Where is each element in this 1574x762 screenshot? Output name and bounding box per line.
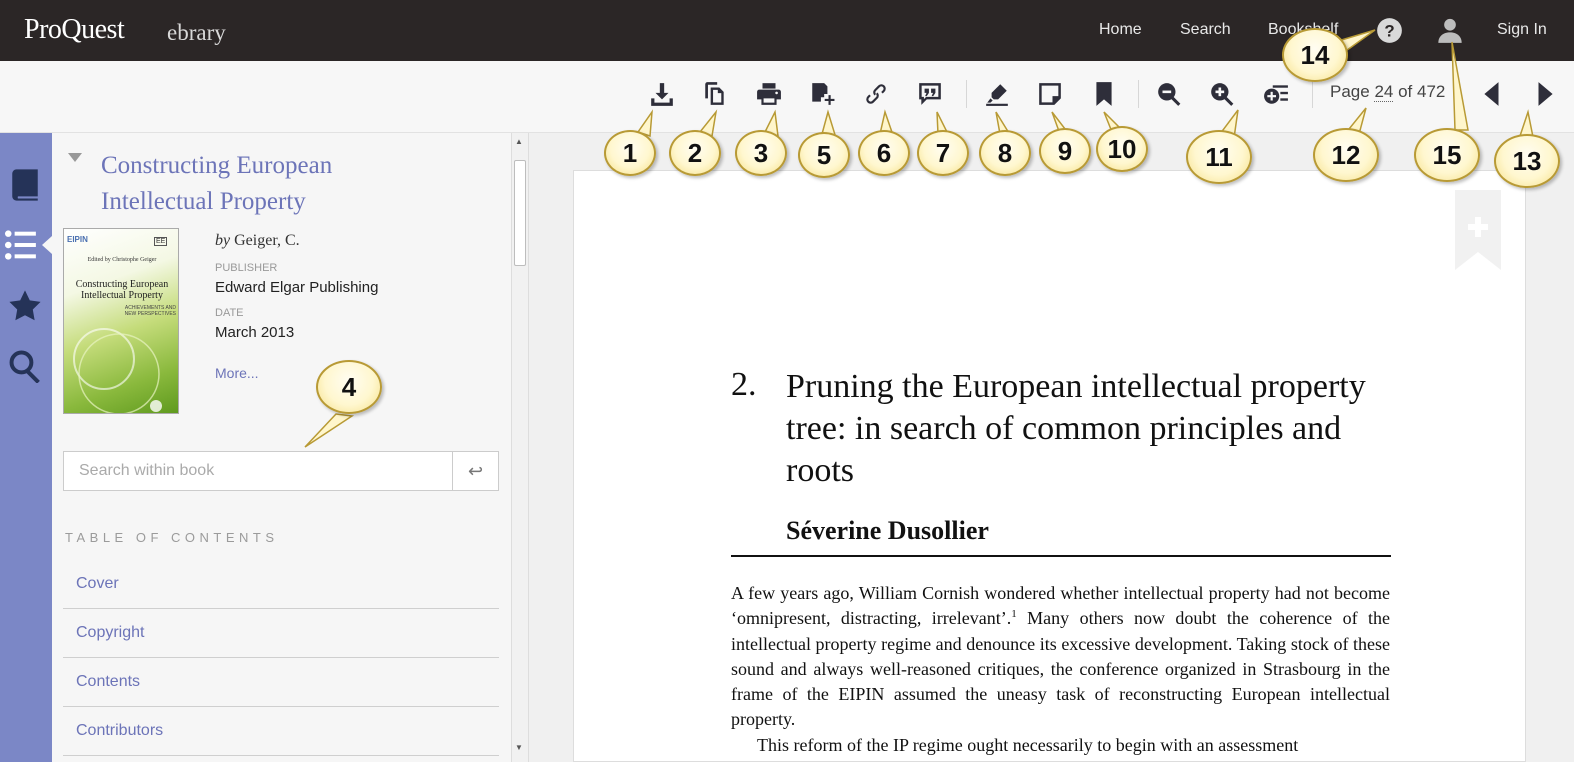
callout-6: 6 bbox=[858, 130, 910, 176]
callout-11: 11 bbox=[1186, 130, 1252, 184]
callout-7: 7 bbox=[917, 130, 969, 176]
callout-8: 8 bbox=[979, 130, 1031, 176]
callout-2: 2 bbox=[669, 130, 721, 176]
callout-12: 12 bbox=[1313, 128, 1379, 182]
callout-4: 4 bbox=[316, 360, 382, 414]
callout-1: 1 bbox=[604, 130, 656, 176]
callout-14: 14 bbox=[1282, 28, 1348, 82]
callout-5: 5 bbox=[798, 132, 850, 178]
callout-10: 10 bbox=[1096, 126, 1148, 172]
callout-3: 3 bbox=[735, 130, 787, 176]
callout-9: 9 bbox=[1039, 128, 1091, 174]
callout-pointers bbox=[304, 29, 1536, 448]
callout-15: 15 bbox=[1414, 128, 1480, 182]
callout-13: 13 bbox=[1494, 134, 1560, 188]
